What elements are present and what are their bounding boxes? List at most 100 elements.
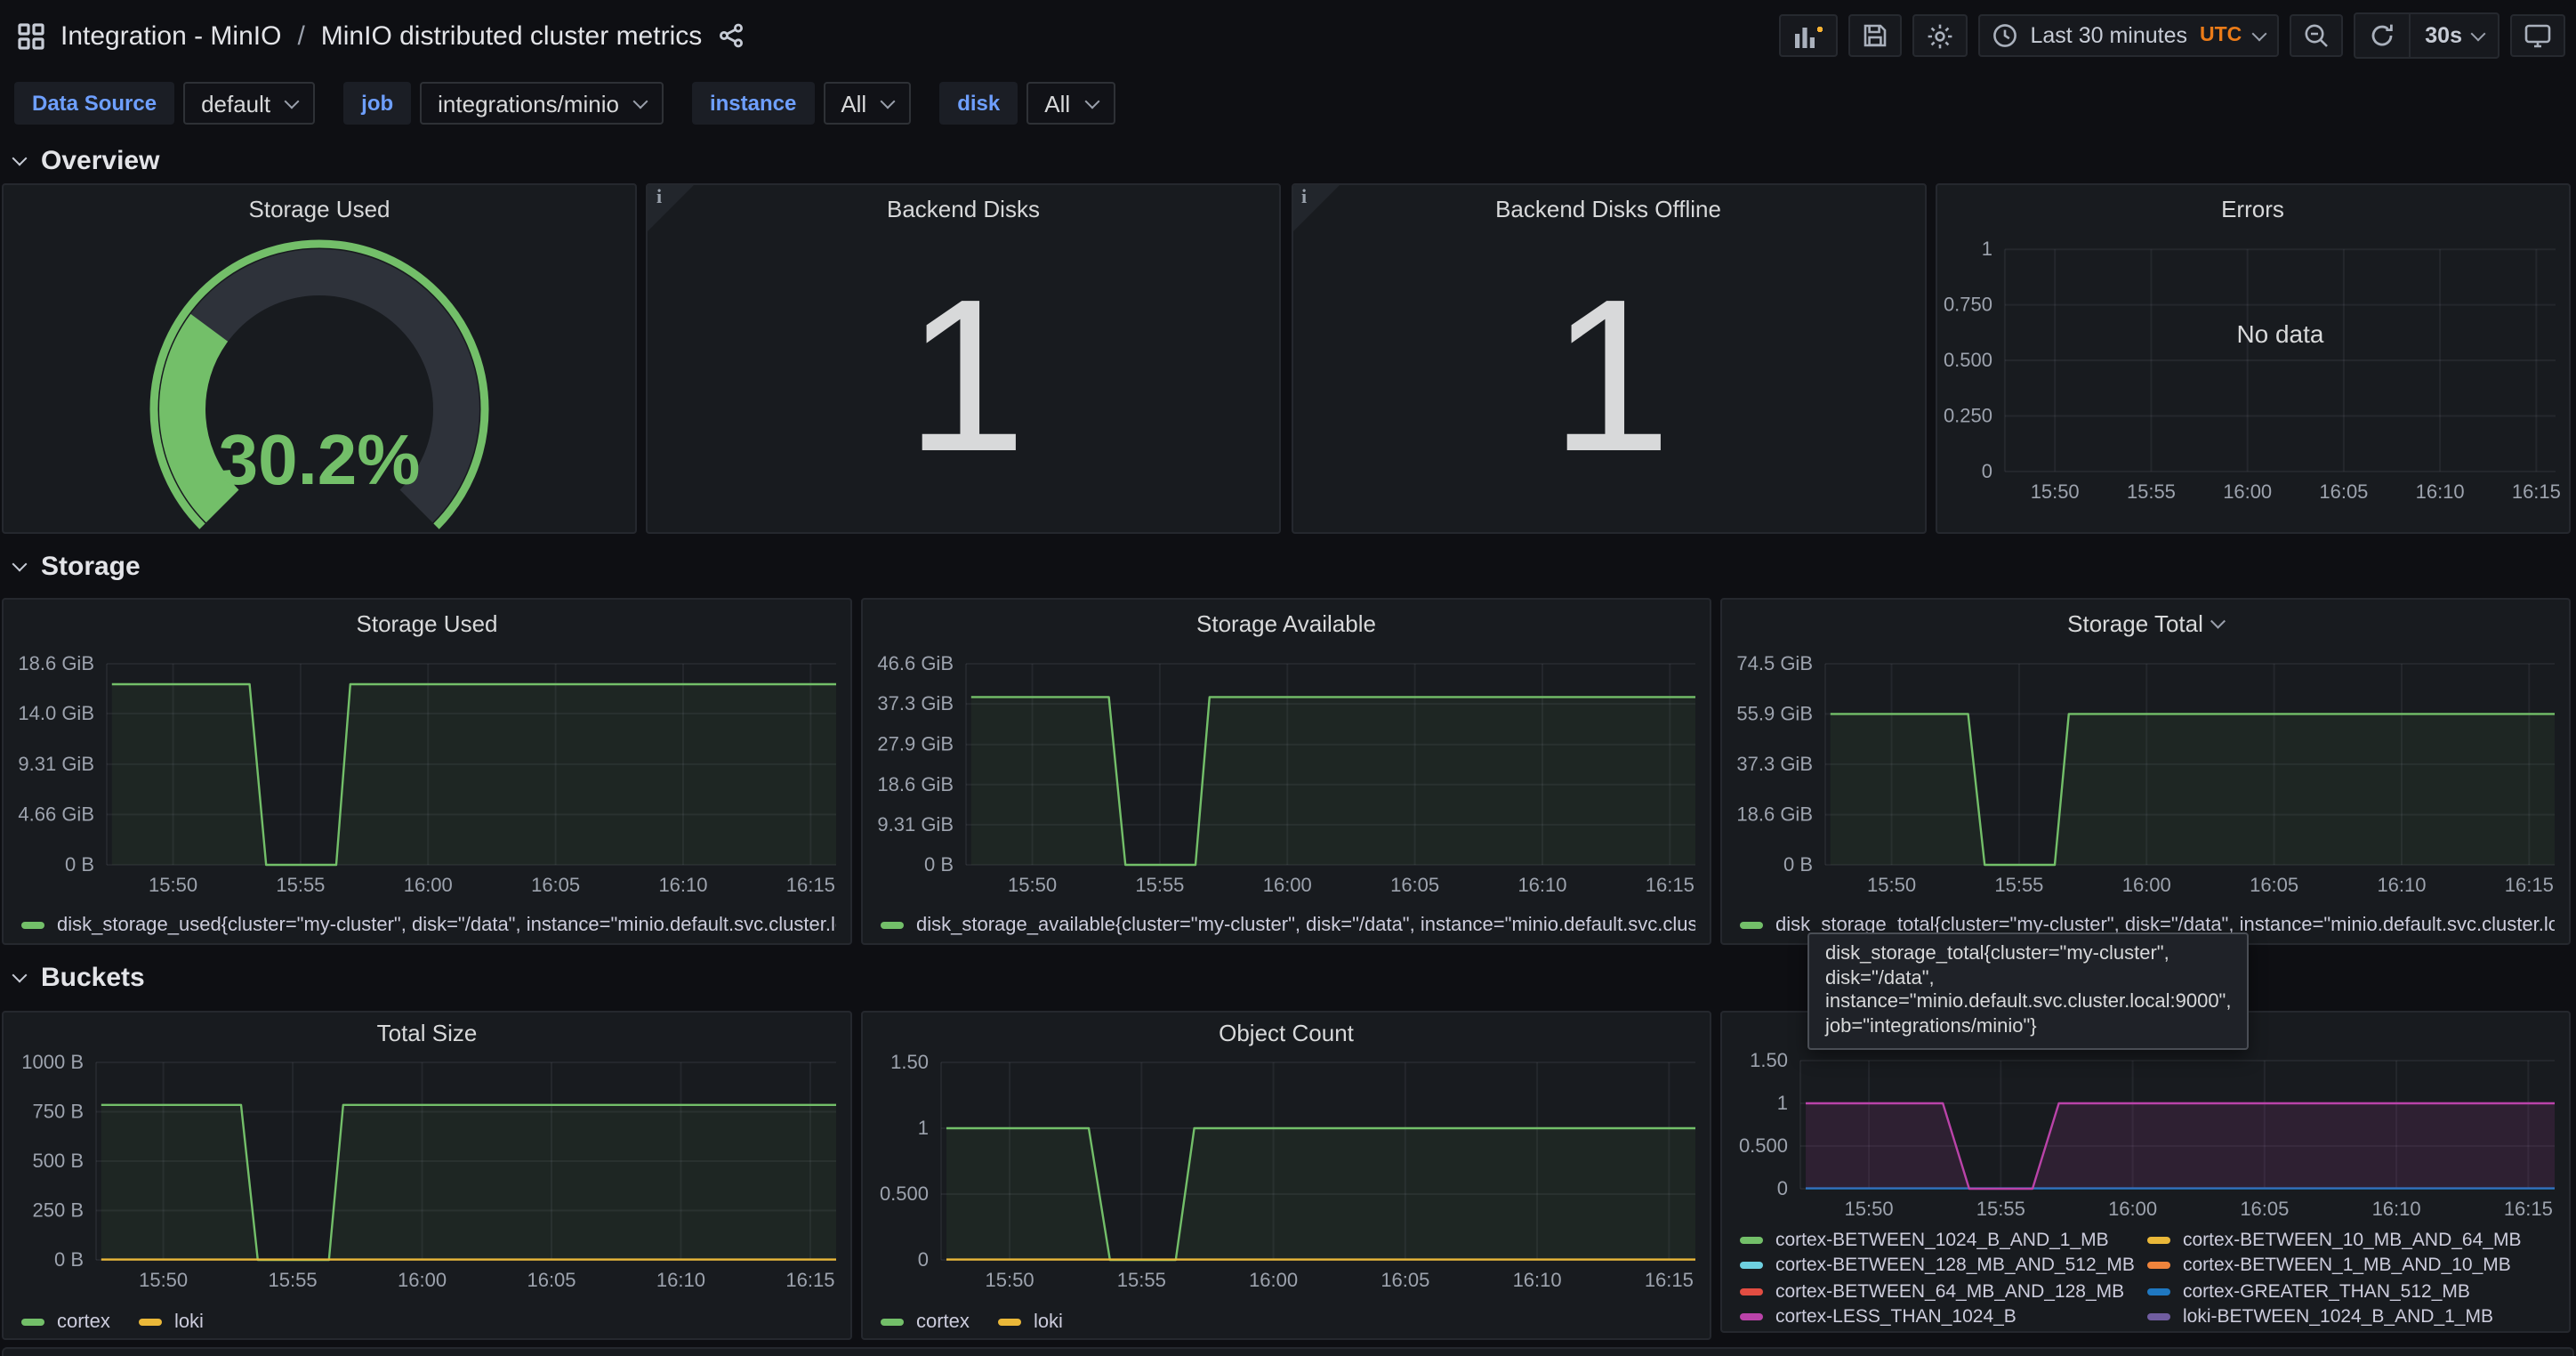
legend-item[interactable]: cortex-GREATER_THAN_512_MB <box>2147 1279 2555 1304</box>
legend-item[interactable]: loki-BETWEEN_1024_B_AND_1_MB <box>2147 1305 2555 1329</box>
legend-swatch-icon <box>881 922 904 929</box>
panel-info-icon[interactable]: i <box>648 185 694 231</box>
svg-text:15:50: 15:50 <box>139 1269 188 1291</box>
clock-icon <box>1993 23 2018 48</box>
legend-swatch-icon <box>2147 1237 2170 1244</box>
svg-text:1000 B: 1000 B <box>21 1052 84 1073</box>
breadcrumb-folder[interactable]: Integration - MinIO <box>60 20 281 51</box>
panel-title[interactable]: Object Count <box>863 1013 1710 1052</box>
object-count-plot[interactable]: 00.50011.5015:5015:5516:0016:0516:1016:1… <box>863 1052 1710 1304</box>
svg-text:15:55: 15:55 <box>1994 874 2043 896</box>
svg-text:14.0 GiB: 14.0 GiB <box>18 702 94 724</box>
panel-title[interactable]: Total Size <box>4 1013 850 1052</box>
chevron-down-icon <box>12 968 28 983</box>
chevron-down-icon <box>12 151 28 166</box>
tv-view-mode-button[interactable] <box>2510 14 2565 57</box>
variable-label: job <box>343 82 411 125</box>
legend-item[interactable]: loki <box>139 1312 204 1333</box>
svg-text:27.9 GiB: 27.9 GiB <box>877 733 954 755</box>
legend-item[interactable]: cortex-BETWEEN_1_MB_AND_10_MB <box>2147 1254 2555 1278</box>
svg-text:15:55: 15:55 <box>269 1269 318 1291</box>
legend-label: disk_storage_used{cluster="my-cluster", … <box>57 915 836 936</box>
svg-text:15:50: 15:50 <box>986 1269 1034 1291</box>
panel-info-icon[interactable]: i <box>1292 185 1339 231</box>
series-hover-tooltip: disk_storage_total{cluster="my-cluster",… <box>1807 932 2250 1050</box>
legend-swatch-icon <box>1740 1288 1763 1295</box>
legend-swatch-icon <box>998 1319 1021 1326</box>
variable-value-dropdown[interactable]: All <box>1026 82 1115 125</box>
dashboard-settings-button[interactable] <box>1913 14 1968 57</box>
legend-item[interactable]: cortex-LESS_THAN_1024_B <box>1740 1305 2147 1329</box>
svg-text:1.50: 1.50 <box>1750 1052 1788 1071</box>
panel-title[interactable]: Storage Available <box>863 600 1710 646</box>
legend-item[interactable]: loki <box>998 1312 1063 1333</box>
svg-text:0 B: 0 B <box>1783 853 1813 876</box>
variable-value-dropdown[interactable]: All <box>823 82 911 125</box>
legend-label: disk_storage_available{cluster="my-clust… <box>916 915 1695 936</box>
legend-item[interactable]: disk_storage_available{cluster="my-clust… <box>881 915 1695 936</box>
legend-swatch-icon <box>1740 1314 1763 1321</box>
svg-text:74.5 GiB: 74.5 GiB <box>1736 652 1813 674</box>
legend-label: cortex-BETWEEN_64_MB_AND_128_MB <box>1775 1281 2124 1303</box>
legend-swatch-icon <box>2147 1288 2170 1295</box>
legend-item[interactable]: cortex-BETWEEN_1024_B_AND_1_MB <box>1740 1228 2147 1252</box>
total-size-plot[interactable]: 0 B250 B500 B750 B1000 B15:5015:5516:001… <box>4 1052 850 1304</box>
panel-title[interactable]: Storage Used <box>4 185 635 231</box>
svg-text:16:15: 16:15 <box>2504 1198 2553 1220</box>
svg-text:16:10: 16:10 <box>658 874 707 896</box>
svg-text:15:50: 15:50 <box>1845 1198 1894 1220</box>
svg-text:15:55: 15:55 <box>276 874 325 896</box>
save-dashboard-button[interactable] <box>1849 14 1903 57</box>
time-range-picker[interactable]: Last 30 minutes UTC <box>1979 14 2280 57</box>
section-storage[interactable]: Storage <box>14 552 141 582</box>
tooltip-line: job="integrations/minio"} <box>1825 1015 2232 1039</box>
panel-title[interactable]: Backend Disks Offline <box>1292 185 1924 231</box>
svg-text:9.31 GiB: 9.31 GiB <box>877 813 954 835</box>
storage-available-plot[interactable]: 0 B9.31 GiB18.6 GiB27.9 GiB37.3 GiB46.6 … <box>863 646 1710 906</box>
panel-title[interactable]: Storage Used <box>4 600 850 646</box>
variable-value-dropdown[interactable]: default <box>183 82 315 125</box>
refresh-button[interactable] <box>2355 14 2409 57</box>
legend-item[interactable]: cortex-BETWEEN_10_MB_AND_64_MB <box>2147 1228 2555 1252</box>
errors-plot[interactable]: 00.2500.5000.750115:5015:5516:0016:0516:… <box>1936 231 2569 532</box>
section-buckets[interactable]: Buckets <box>14 963 145 993</box>
legend-label: cortex-BETWEEN_128_MB_AND_512_MB <box>1775 1255 2135 1277</box>
add-panel-button[interactable] <box>1780 14 1839 57</box>
legend-label: cortex-BETWEEN_1_MB_AND_10_MB <box>2183 1255 2511 1277</box>
panel-title[interactable]: Storage Total <box>1722 600 2569 646</box>
legend-swatch-icon <box>2147 1263 2170 1270</box>
variable-label: Data Source <box>14 82 174 125</box>
chevron-down-icon <box>2252 26 2267 41</box>
svg-text:0: 0 <box>1777 1177 1788 1199</box>
bucket-object-sizes-plot[interactable]: 00.50011.5015:5015:5516:0016:0516:1016:1… <box>1722 1052 2569 1221</box>
svg-text:16:00: 16:00 <box>2222 480 2271 503</box>
panel-bucket-object-sizes: 00.50011.5015:5015:5516:0016:0516:1016:1… <box>1720 1011 2571 1333</box>
legend-item[interactable]: cortex <box>881 1312 970 1333</box>
zoom-out-button[interactable] <box>2290 14 2343 57</box>
svg-text:4.66 GiB: 4.66 GiB <box>18 803 94 825</box>
storage-total-plot[interactable]: 0 B18.6 GiB37.3 GiB55.9 GiB74.5 GiB15:50… <box>1722 646 2569 906</box>
legend-item[interactable]: cortex-BETWEEN_64_MB_AND_128_MB <box>1740 1279 2147 1304</box>
refresh-interval-dropdown[interactable]: 30s <box>2409 14 2498 57</box>
legend-item[interactable]: cortex <box>21 1312 110 1333</box>
svg-text:0.250: 0.250 <box>1943 404 1992 426</box>
svg-text:16:05: 16:05 <box>1381 1269 1429 1291</box>
panel-title[interactable]: Errors <box>1936 185 2569 231</box>
svg-text:18.6 GiB: 18.6 GiB <box>1736 803 1813 826</box>
svg-text:15:50: 15:50 <box>1008 874 1057 896</box>
share-icon[interactable] <box>718 23 743 48</box>
section-overview[interactable]: Overview <box>14 146 159 176</box>
breadcrumb-dashboard[interactable]: MinIO distributed cluster metrics <box>321 20 702 51</box>
legend-item[interactable]: cortex-BETWEEN_128_MB_AND_512_MB <box>1740 1254 2147 1278</box>
panel-legend: disk_storage_available{cluster="my-clust… <box>863 906 1710 943</box>
svg-text:37.3 GiB: 37.3 GiB <box>1736 753 1813 775</box>
svg-text:16:10: 16:10 <box>1513 1269 1562 1291</box>
apps-grid-icon[interactable] <box>18 22 44 49</box>
svg-text:16:00: 16:00 <box>2122 874 2171 896</box>
variable-value-dropdown[interactable]: integrations/minio <box>420 82 664 125</box>
top-nav: Integration - MinIO / MinIO distributed … <box>0 0 2576 71</box>
panel-title[interactable]: Backend Disks <box>648 185 1279 231</box>
storage-used-plot[interactable]: 0 B4.66 GiB9.31 GiB14.0 GiB18.6 GiB15:50… <box>4 646 850 906</box>
svg-text:16:15: 16:15 <box>2511 480 2560 503</box>
legend-item[interactable]: disk_storage_used{cluster="my-cluster", … <box>21 915 836 936</box>
